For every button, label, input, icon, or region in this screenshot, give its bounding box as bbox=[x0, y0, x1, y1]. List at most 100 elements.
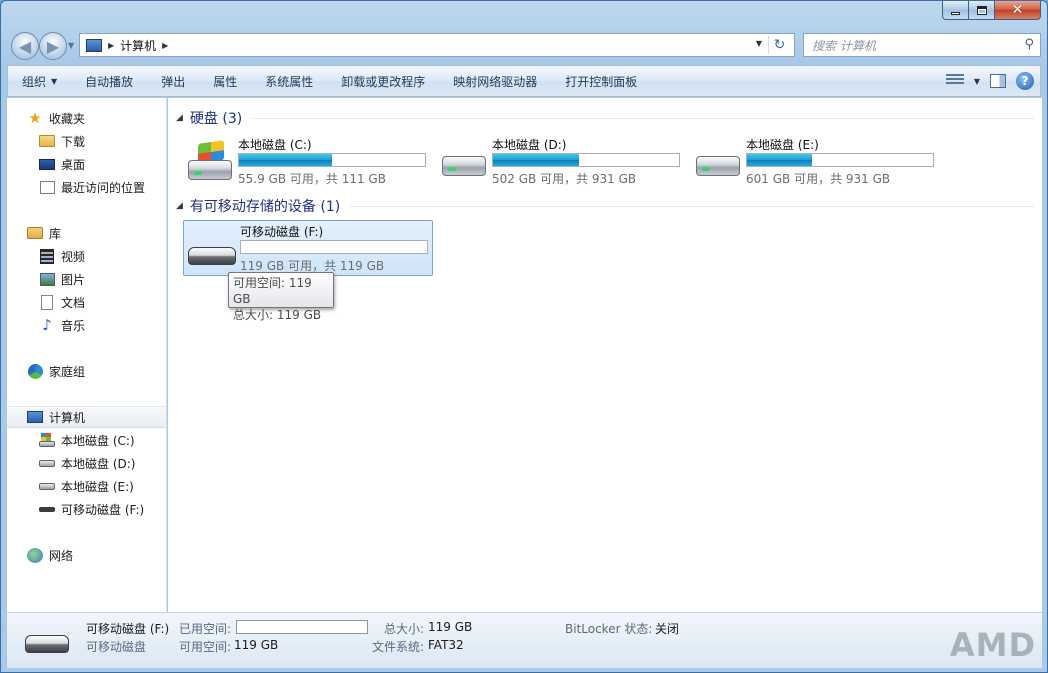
content-pane: ◢ 硬盘 (3) 本地磁盘 (C:) 55.9 GB 可用，共 111 GB 本… bbox=[168, 98, 1042, 612]
maximize-button[interactable] bbox=[969, 1, 995, 20]
nav-label: 网络 bbox=[49, 548, 74, 563]
search-icon[interactable]: ⚲ bbox=[1024, 37, 1034, 52]
navigation-pane: ★ 收藏夹 下载 桌面 最近访问的位置 库 视频 图片 文档 ♪ 音乐 家庭组 计算… bbox=[7, 98, 167, 612]
back-button[interactable]: ◀ bbox=[11, 32, 39, 60]
autoplay-button[interactable]: 自动播放 bbox=[71, 66, 147, 96]
uninstall-programs-button[interactable]: 卸载或更改程序 bbox=[327, 66, 439, 96]
nav-drive-f[interactable]: 可移动磁盘 (F:) bbox=[7, 498, 166, 520]
chevron-right-icon[interactable]: ▶ bbox=[162, 41, 168, 50]
search-input[interactable]: 搜索 计算机 ⚲ bbox=[803, 33, 1041, 57]
nav-computer[interactable]: 计算机 bbox=[7, 406, 166, 428]
homegroup-icon bbox=[27, 363, 43, 379]
details-bitlocker-value: 关闭 bbox=[655, 622, 680, 636]
document-icon bbox=[41, 294, 53, 310]
details-fs-label: 文件系统: bbox=[372, 640, 425, 654]
collapse-icon[interactable]: ◢ bbox=[176, 113, 183, 123]
nav-homegroup[interactable]: 家庭组 bbox=[7, 360, 166, 382]
nav-documents[interactable]: 文档 bbox=[7, 291, 166, 313]
maximize-icon bbox=[976, 5, 987, 15]
group-divider bbox=[252, 117, 1034, 119]
nav-drive-e[interactable]: 本地磁盘 (E:) bbox=[7, 475, 166, 497]
group-title: 有可移动存储的设备 (1) bbox=[189, 199, 341, 215]
nav-label: 图片 bbox=[61, 272, 86, 287]
preview-pane-icon[interactable] bbox=[990, 74, 1006, 88]
drive-tile-c[interactable]: 本地磁盘 (C:) 55.9 GB 可用，共 111 GB bbox=[182, 134, 432, 190]
details-pane: 可移动磁盘 (F:) 可移动磁盘 已用空间: 可用空间: 119 GB 总大小:… bbox=[7, 612, 1042, 668]
library-icon bbox=[27, 227, 43, 239]
drive-name: 本地磁盘 (E:) bbox=[746, 138, 819, 152]
explorer-window: ✕ ◀ ▶ ▼ ▶ 计算机 ▶ ▼ ↻ 搜索 计算机 ⚲ 组织 ▼ 自动播放 弹出… bbox=[0, 0, 1048, 673]
drive-usage-fill bbox=[747, 154, 813, 166]
nav-videos[interactable]: 视频 bbox=[7, 245, 166, 267]
usb-drive-icon bbox=[39, 506, 55, 512]
command-bar: 组织 ▼ 自动播放 弹出 属性 系统属性 卸载或更改程序 映射网络驱动器 打开控制… bbox=[7, 65, 1041, 97]
help-icon[interactable]: ? bbox=[1016, 72, 1034, 90]
eject-button[interactable]: 弹出 bbox=[147, 66, 199, 96]
address-bar[interactable]: ▶ 计算机 ▶ ▼ ↻ bbox=[79, 33, 795, 57]
drive-space-info: 601 GB 可用，共 931 GB bbox=[746, 172, 891, 186]
nav-label: 本地磁盘 (E:) bbox=[61, 479, 134, 494]
nav-recent-places[interactable]: 最近访问的位置 bbox=[7, 176, 166, 198]
nav-desktop[interactable]: 桌面 bbox=[7, 153, 166, 175]
navigation-bar: ◀ ▶ ▼ ▶ 计算机 ▶ ▼ ↻ 搜索 计算机 ⚲ bbox=[7, 29, 1041, 61]
drive-space-info: 55.9 GB 可用，共 111 GB bbox=[238, 172, 386, 186]
music-icon: ♪ bbox=[42, 316, 52, 334]
details-free-label: 可用空间: bbox=[179, 640, 232, 654]
breadcrumb-computer[interactable]: 计算机 bbox=[120, 37, 156, 54]
system-drive-icon bbox=[186, 140, 234, 184]
details-total-label: 总大小: bbox=[384, 622, 425, 636]
system-drive-icon bbox=[39, 433, 55, 447]
nav-favorites[interactable]: ★ 收藏夹 bbox=[7, 107, 166, 129]
close-icon: ✕ bbox=[1011, 2, 1024, 18]
address-dropdown-icon[interactable]: ▼ bbox=[756, 39, 762, 48]
nav-label: 家庭组 bbox=[49, 364, 86, 379]
map-network-drive-button[interactable]: 映射网络驱动器 bbox=[439, 66, 551, 96]
chevron-right-icon[interactable]: ▶ bbox=[108, 41, 114, 50]
drive-tile-d[interactable]: 本地磁盘 (D:) 502 GB 可用，共 931 GB bbox=[436, 134, 686, 190]
computer-icon bbox=[27, 411, 43, 423]
details-usage-bar bbox=[236, 620, 368, 634]
desktop-icon bbox=[39, 158, 55, 170]
recent-pages-dropdown[interactable]: ▼ bbox=[68, 41, 74, 50]
open-control-panel-button[interactable]: 打开控制面板 bbox=[551, 66, 651, 96]
caption-buttons: ✕ bbox=[942, 1, 1041, 21]
details-type: 可移动磁盘 bbox=[86, 640, 147, 654]
forward-button[interactable]: ▶ bbox=[39, 32, 67, 60]
drive-usage-bar bbox=[746, 153, 934, 167]
drive-name: 本地磁盘 (C:) bbox=[238, 138, 312, 152]
network-icon bbox=[27, 547, 43, 563]
drive-tile-e[interactable]: 本地磁盘 (E:) 601 GB 可用，共 931 GB bbox=[690, 134, 940, 190]
drive-usage-bar bbox=[492, 153, 680, 167]
minimize-button[interactable] bbox=[942, 1, 969, 20]
nav-downloads[interactable]: 下载 bbox=[7, 130, 166, 152]
nav-label: 收藏夹 bbox=[49, 111, 86, 126]
refresh-button[interactable]: ↻ bbox=[768, 36, 790, 54]
view-dropdown-icon[interactable]: ▼ bbox=[974, 77, 980, 86]
computer-icon bbox=[86, 38, 102, 52]
properties-button[interactable]: 属性 bbox=[199, 66, 251, 96]
nav-label: 桌面 bbox=[61, 157, 86, 172]
organize-menu[interactable]: 组织 ▼ bbox=[8, 66, 71, 96]
hard-drive-icon bbox=[440, 144, 488, 184]
nav-music[interactable]: ♪ 音乐 bbox=[7, 314, 166, 336]
drive-tile-f[interactable]: 可移动磁盘 (F:) 119 GB 可用，共 119 GB bbox=[183, 220, 433, 276]
nav-drive-d[interactable]: 本地磁盘 (D:) bbox=[7, 452, 166, 474]
collapse-icon[interactable]: ◢ bbox=[176, 201, 183, 211]
hard-drive-icon bbox=[694, 144, 742, 184]
group-removable[interactable]: ◢ 有可移动存储的设备 (1) bbox=[176, 196, 1034, 216]
nav-drive-c[interactable]: 本地磁盘 (C:) bbox=[7, 429, 166, 451]
drive-space-info: 502 GB 可用，共 931 GB bbox=[492, 172, 637, 186]
recent-places-icon bbox=[39, 180, 55, 194]
system-properties-button[interactable]: 系统属性 bbox=[251, 66, 327, 96]
details-fs-value: FAT32 bbox=[428, 638, 464, 652]
change-view-icon[interactable] bbox=[945, 74, 964, 88]
nav-network[interactable]: 网络 bbox=[7, 544, 166, 566]
group-hard-disks[interactable]: ◢ 硬盘 (3) bbox=[176, 108, 1034, 128]
nav-pictures[interactable]: 图片 bbox=[7, 268, 166, 290]
nav-libraries[interactable]: 库 bbox=[7, 222, 166, 244]
close-button[interactable]: ✕ bbox=[995, 1, 1041, 20]
details-used-label: 已用空间: bbox=[179, 622, 232, 636]
pictures-icon bbox=[39, 272, 55, 286]
details-free-value: 119 GB bbox=[234, 638, 279, 652]
downloads-folder-icon bbox=[39, 135, 55, 147]
